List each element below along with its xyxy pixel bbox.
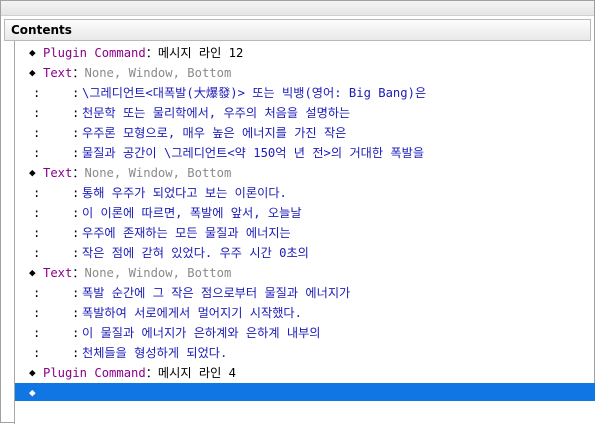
command-value: 메시지 라인 12: [157, 46, 244, 60]
command-name: Text: [43, 266, 73, 280]
list-item-text-line[interactable]: : : 우주론 모형으로, 매우 높은 에너지를 가진 작은: [15, 123, 595, 143]
list-item-text-command[interactable]: ◆ Text：None, Window, Bottom: [15, 163, 595, 183]
diamond-bullet-icon: ◆: [29, 266, 36, 279]
message-text: 폭발 순간에 그 작은 점으로부터 물질과 에너지가: [82, 286, 351, 300]
message-text: 물질과 공간이 \그레디언트<약 150억 년 전>의 거대한 폭발을: [82, 146, 425, 160]
diamond-bullet-icon: ◆: [29, 46, 36, 59]
indent-colon: :: [33, 226, 41, 240]
list-item-text-command[interactable]: ◆ Text：None, Window, Bottom: [15, 63, 595, 83]
command-params: None, Window, Bottom: [84, 66, 232, 80]
list-item-text-line[interactable]: : : 폭발하여 서로에게서 멀어지기 시작했다.: [15, 303, 595, 323]
list-item-text-line[interactable]: : : 이 물질과 에너지가 은하계와 은하계 내부의: [15, 323, 595, 343]
indent-colon: :: [72, 146, 80, 160]
message-text: 작은 점에 갇혀 있었다. 우주 시간 0초의: [82, 246, 309, 260]
indent-colon: :: [33, 186, 41, 200]
window-top-strip: [1, 1, 594, 16]
indent-colon: :: [72, 86, 80, 100]
event-command-list[interactable]: ◆ Plugin Command：메시지 라인 12 ◆ Text：None, …: [14, 41, 595, 424]
indent-colon: :: [72, 286, 80, 300]
indent-colon: :: [72, 326, 80, 340]
indent-colon: :: [72, 206, 80, 220]
diamond-bullet-icon: ◆: [29, 166, 36, 179]
indent-colon: :: [72, 306, 80, 320]
list-item-text-line[interactable]: : : 천문학 또는 물리학에서, 우주의 처음을 설명하는: [15, 103, 595, 123]
command-params: None, Window, Bottom: [84, 166, 232, 180]
message-text: 천체들을 형성하게 되었다.: [82, 346, 228, 360]
indent-colon: :: [72, 106, 80, 120]
indent-colon: :: [33, 86, 41, 100]
command-name: Plugin Command: [43, 366, 146, 380]
diamond-bullet-icon: ◆: [29, 366, 36, 379]
indent-colon: :: [33, 146, 41, 160]
contents-header: Contents: [4, 19, 591, 41]
list-empty-space[interactable]: [15, 401, 595, 424]
indent-colon: :: [33, 106, 41, 120]
indent-colon: :: [33, 206, 41, 220]
message-text: 천문학 또는 물리학에서, 우주의 처음을 설명하는: [82, 106, 351, 120]
list-item-text-line[interactable]: : : 물질과 공간이 \그레디언트<약 150억 년 전>의 거대한 폭발을: [15, 143, 595, 163]
indent-colon: :: [33, 346, 41, 360]
contents-title: Contents: [11, 23, 72, 37]
indent-colon: :: [72, 126, 80, 140]
command-name: Text: [43, 166, 73, 180]
list-item-text-command[interactable]: ◆ Text：None, Window, Bottom: [15, 263, 595, 283]
diamond-bullet-icon: ◆: [29, 386, 36, 399]
command-separator: ：: [72, 266, 85, 280]
list-item-plugin-command[interactable]: ◆ Plugin Command：메시지 라인 12: [15, 43, 595, 63]
list-item-empty-selected[interactable]: ◆: [15, 383, 595, 403]
message-text: 통해 우주가 되었다고 보는 이론이다.: [82, 186, 287, 200]
indent-colon: :: [72, 186, 80, 200]
command-value: 메시지 라인 4: [157, 366, 236, 380]
command-params: None, Window, Bottom: [84, 266, 232, 280]
indent-colon: :: [33, 246, 41, 260]
message-text: 이 이론에 따르면, 폭발에 앞서, 오늘날: [82, 206, 302, 220]
list-item-text-line[interactable]: : : 천체들을 형성하게 되었다.: [15, 343, 595, 363]
indent-colon: :: [72, 346, 80, 360]
indent-colon: :: [33, 326, 41, 340]
command-name: Text: [43, 66, 73, 80]
command-separator: ：: [145, 46, 158, 60]
command-separator: ：: [145, 366, 158, 380]
message-text: 폭발하여 서로에게서 멀어지기 시작했다.: [82, 306, 302, 320]
message-text: \그레디언트<대폭발(大爆發)> 또는 빅뱅(영어: Big Bang)은: [82, 86, 427, 100]
message-text: 우주에 존재하는 모든 물질과 에너지는: [82, 226, 291, 240]
message-text: 이 물질과 에너지가 은하계와 은하계 내부의: [82, 326, 321, 340]
command-separator: ：: [72, 166, 85, 180]
command-separator: ：: [72, 66, 85, 80]
list-item-text-line[interactable]: : : 통해 우주가 되었다고 보는 이론이다.: [15, 183, 595, 203]
list-item-text-line[interactable]: : : 폭발 순간에 그 작은 점으로부터 물질과 에너지가: [15, 283, 595, 303]
indent-colon: :: [33, 306, 41, 320]
indent-colon: :: [72, 226, 80, 240]
list-item-text-line[interactable]: : : 이 이론에 따르면, 폭발에 앞서, 오늘날: [15, 203, 595, 223]
indent-colon: :: [33, 286, 41, 300]
event-editor-window: Contents ◆ Plugin Command：메시지 라인 12 ◆ Te…: [0, 0, 595, 424]
indent-colon: :: [33, 126, 41, 140]
diamond-bullet-icon: ◆: [29, 66, 36, 79]
list-item-text-line[interactable]: : : 작은 점에 갇혀 있었다. 우주 시간 0초의: [15, 243, 595, 263]
command-name: Plugin Command: [43, 46, 146, 60]
indent-colon: :: [72, 246, 80, 260]
list-item-text-line[interactable]: : : \그레디언트<대폭발(大爆發)> 또는 빅뱅(영어: Big Bang)…: [15, 83, 595, 103]
list-item-plugin-command[interactable]: ◆ Plugin Command：메시지 라인 4: [15, 363, 595, 383]
list-item-text-line[interactable]: : : 우주에 존재하는 모든 물질과 에너지는: [15, 223, 595, 243]
message-text: 우주론 모형으로, 매우 높은 에너지를 가진 작은: [82, 126, 347, 140]
